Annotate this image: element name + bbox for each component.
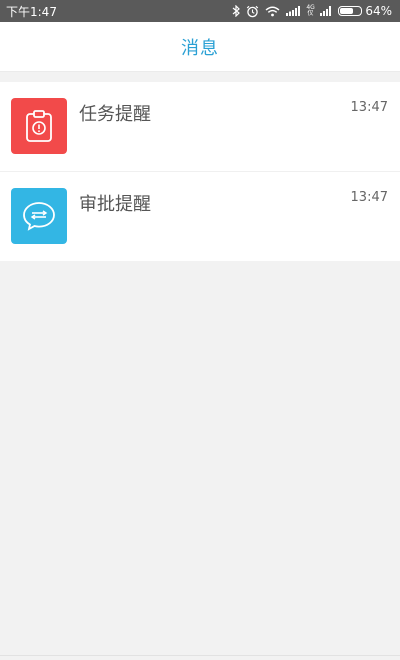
status-time: 下午1:47 [6,4,57,19]
message-time: 13:47 [350,190,388,205]
battery-label: 64% [365,4,392,18]
battery-icon [338,6,363,16]
status-bar: 下午1:47 4G 仅 64% [0,0,400,22]
app-header: 消息 [0,22,400,72]
list-item-task-reminder[interactable]: 任务提醒 13:47 [0,82,400,171]
message-time: 13:47 [350,100,388,115]
signal-icon [286,6,301,16]
bluetooth-icon [232,5,241,17]
task-clipboard-icon [11,98,67,154]
status-left: 下午1:47 [6,3,57,20]
status-right: 4G 仅 64% [232,4,392,18]
alarm-icon [246,5,259,18]
network-type-badge: 4G 仅 [306,5,314,17]
message-title: 审批提醒 [79,194,151,215]
wifi-icon [265,6,280,17]
message-list: 任务提醒 13:47 审批提醒 13:47 [0,82,400,261]
list-item-approval-reminder[interactable]: 审批提醒 13:47 [0,171,400,261]
signal-icon [320,6,332,16]
battery-indicator: 64% [338,4,392,18]
battery-fill [340,8,354,14]
page-title: 消息 [181,37,219,59]
message-title: 任务提醒 [79,104,151,125]
approval-chat-icon [11,188,67,244]
network-type-bottom: 仅 [307,10,314,17]
bottom-divider [0,655,400,656]
